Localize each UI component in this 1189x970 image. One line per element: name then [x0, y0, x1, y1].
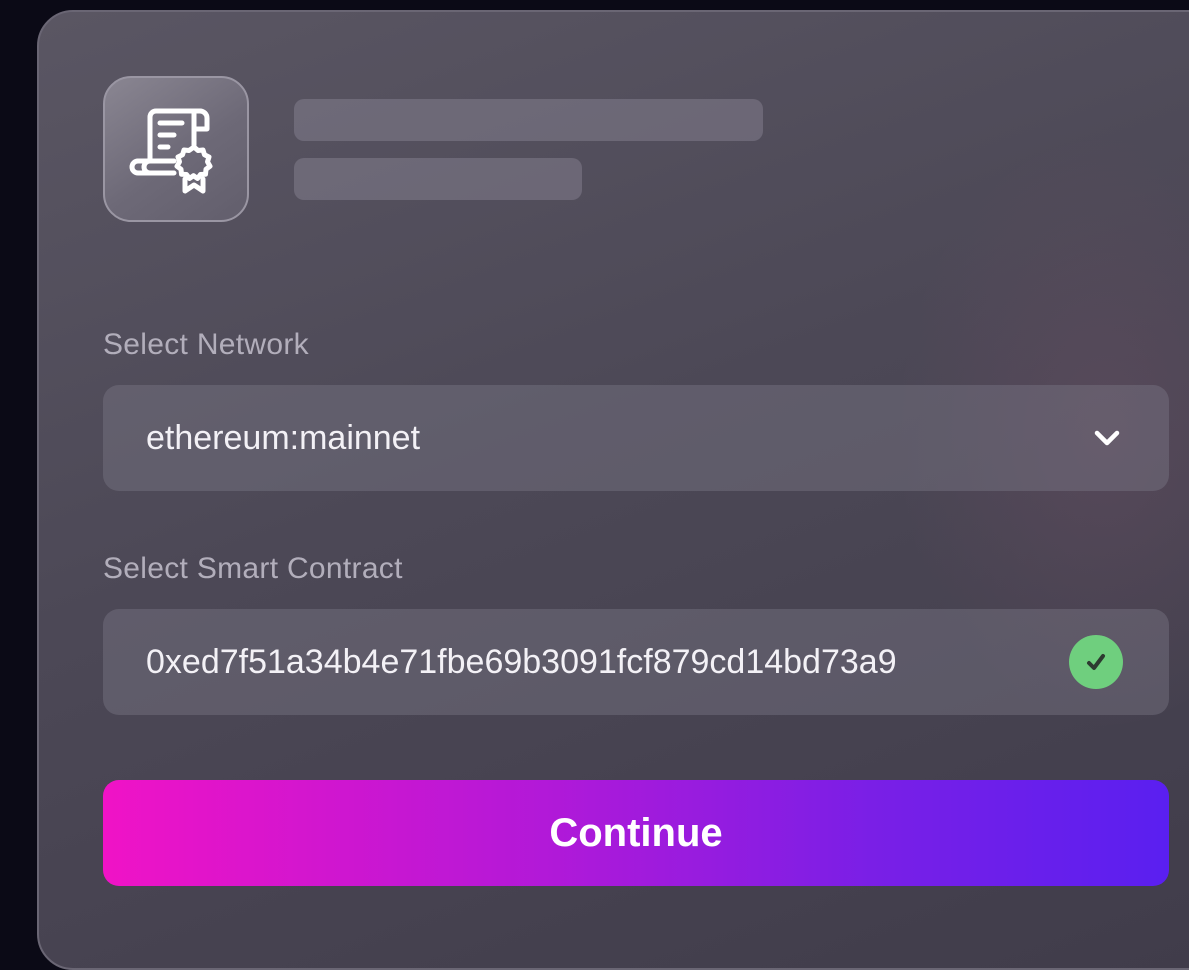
check-circle-icon [1069, 635, 1123, 689]
contract-label: Select Smart Contract [103, 552, 403, 585]
network-select[interactable]: ethereum:mainnet [103, 385, 1169, 491]
chevron-down-icon[interactable] [1091, 422, 1123, 454]
network-label: Select Network [103, 328, 309, 361]
certificate-scroll-icon [128, 99, 224, 200]
title-skeleton [294, 99, 763, 141]
contract-select-card: Select Network ethereum:mainnet Select S… [37, 10, 1189, 970]
network-value: ethereum:mainnet [146, 418, 421, 457]
subtitle-skeleton [294, 158, 582, 200]
contract-icon-tile [103, 76, 249, 222]
contract-select[interactable]: 0xed7f51a34b4e71fbe69b3091fcf879cd14bd73… [103, 609, 1169, 715]
continue-button[interactable]: Continue [103, 780, 1169, 886]
contract-value: 0xed7f51a34b4e71fbe69b3091fcf879cd14bd73… [146, 642, 897, 681]
